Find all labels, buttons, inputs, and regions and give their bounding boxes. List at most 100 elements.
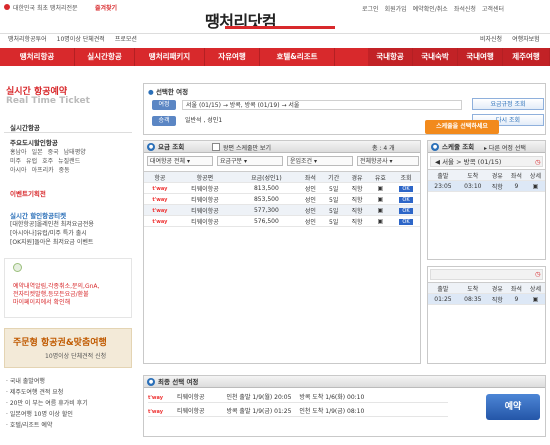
city-link[interactable]: 아프리카 (32, 166, 54, 175)
col-header: 도착 (457, 169, 488, 181)
rule-icon[interactable]: ▣ (378, 185, 384, 192)
visa-link[interactable]: 비자신청 (480, 34, 502, 43)
realtime-menu-title[interactable]: 실시간항공 (10, 122, 40, 132)
col-header: 출발 (428, 169, 458, 181)
city-link[interactable]: 일본 (32, 148, 43, 157)
nav-item-1[interactable]: 실시간항공 (75, 48, 135, 66)
col-header: 도착 (457, 282, 488, 294)
bottom-link-1[interactable]: · 제주도여행 견적 요청 (6, 387, 88, 398)
seat-link[interactable]: 좌석신청 (454, 4, 476, 13)
fare-rule-button[interactable]: 요금규정 조회 (472, 98, 544, 110)
ticket-link-1[interactable]: [아시아나]유럽/미주 특가 출시 (10, 229, 94, 238)
bottom-link-4[interactable]: · 호텔/리조트 예약 (6, 420, 88, 431)
col-header: 경유 (487, 169, 507, 181)
table-row[interactable]: t'way 티웨이항공 576,500 성인 5일 직항 ▣ OK (144, 215, 420, 227)
rule-icon[interactable]: ▣ (378, 207, 384, 214)
util-link-2[interactable]: 프로모션 (115, 34, 137, 43)
seat-cell: 성인 (298, 204, 323, 216)
nav-item-2[interactable]: 땡처리패키지 (135, 48, 205, 66)
clock-icon: ◷ (535, 158, 541, 166)
city-link[interactable]: 중국 (48, 148, 59, 157)
oneway-checkbox[interactable] (212, 143, 220, 151)
period-cell: 5일 (322, 193, 346, 205)
select-button[interactable]: OK (399, 207, 413, 214)
carrier-filter[interactable]: 전체항공사 ▾ (357, 156, 419, 166)
nav-item-0[interactable]: 땡처리항공 (0, 48, 75, 66)
table-row[interactable]: 23:05 03:10 직항 9 ▣ (428, 180, 545, 192)
select-button[interactable]: OK (399, 196, 413, 203)
reservation-link[interactable]: 예약확인/취소 (413, 4, 448, 13)
table-row[interactable]: t'way 티웨이항공 813,500 성인 5일 직항 ▣ OK (144, 182, 420, 194)
result-count: 총 : 4 개 (372, 145, 395, 152)
bottom-link-2[interactable]: · 20만 이 부는 여름 휴가비 후기 (6, 398, 88, 409)
detail-icon[interactable]: ▣ (533, 183, 539, 190)
nav-item-8[interactable]: 제주여행 (503, 48, 550, 66)
custom-flight-ad[interactable]: 주문형 항공권&맞춤여행 10명이상 단체견적 신청 (4, 328, 132, 368)
other-route-link[interactable]: ▸ 다른 여정 선택 (484, 143, 526, 152)
condition-filter[interactable]: 운임조건 ▾ (287, 156, 353, 166)
table-row[interactable]: t'way 티웨이항공 853,500 성인 5일 직항 ▣ OK (144, 193, 420, 205)
bottom-link-0[interactable]: · 국내 출발여행 (6, 376, 88, 387)
city-link[interactable]: 아시아 (10, 166, 27, 175)
rule-icon[interactable]: ▣ (378, 218, 384, 225)
nav-item-3[interactable]: 자유여행 (205, 48, 260, 66)
new-badge: t'way (148, 395, 164, 401)
signup-link[interactable]: 회원가입 (385, 4, 407, 13)
route-selector[interactable]: ◀ 서울 > 방콕 (01/15) ◷ (430, 156, 543, 167)
new-badge: t'way (152, 207, 168, 214)
seat-cell: 성인 (298, 182, 323, 194)
fare-type-filter[interactable]: 요금구분 ▾ (217, 156, 283, 166)
detail-icon[interactable]: ▣ (533, 296, 539, 303)
oneway-label: 왕편 스케줄만 보기 (223, 145, 271, 152)
table-row[interactable]: t'way 티웨이항공 577,300 성인 5일 직항 ▣ OK (144, 204, 420, 216)
select-button[interactable]: OK (399, 185, 413, 192)
discount-title[interactable]: 주요도시할인항공 (10, 137, 58, 147)
col-header: 경유 (487, 282, 507, 294)
nav-item-6[interactable]: 국내숙박 (413, 48, 458, 66)
city-link[interactable]: 홍남아 (10, 148, 27, 157)
util-link-0[interactable]: 땡처리항공투어 (8, 34, 47, 43)
nav-item-4[interactable]: 호텔&리조트 (260, 48, 335, 66)
login-link[interactable]: 로그인 (362, 4, 379, 13)
route-selector-return[interactable]: ◷ (430, 269, 543, 280)
final-icon: ● (147, 378, 155, 386)
stop-cell: 직항 (345, 204, 369, 216)
col-header: 기간 (322, 171, 346, 183)
event-link[interactable]: 이벤트기획전 (10, 188, 46, 198)
rule-icon[interactable]: ▣ (378, 196, 384, 203)
nav-item-5[interactable]: 국내항공 (368, 48, 413, 66)
final-panel: ● 최종 선택 여정 t'way 티웨이항공 인천 출발 1/9(월) 20:05… (143, 375, 546, 437)
notice-box: 예약내역알림,각종취소,문의,GnA, 전자티켓발행,등모든요금/환불 마이페이… (4, 258, 132, 318)
price-cell: 576,500 (234, 215, 299, 227)
home-icon[interactable] (4, 4, 10, 10)
book-button[interactable]: 예약 (486, 394, 540, 420)
select-button[interactable]: OK (399, 218, 413, 225)
city-link[interactable]: 미주 (10, 157, 21, 166)
city-link[interactable]: 호주 (42, 157, 53, 166)
route-label: 여정 (152, 100, 176, 110)
insurance-link[interactable]: 여행자보험 (512, 34, 540, 43)
city-list: 홍남아 일본 중국 남태평양 미주 유럽 호주 뉴질랜드 아시아 아프리카 중동 (10, 148, 86, 175)
airline-filter[interactable]: 대여항공 전체 ▾ (147, 156, 213, 166)
city-link[interactable]: 남태평양 (64, 148, 86, 157)
schedule-panel-return: ◷ 출발 도착 경유 좌석 상세 01:25 08:35 직항 9 ▣ (427, 266, 546, 364)
new-badge: t'way (152, 196, 168, 203)
bottom-link-3[interactable]: · 일본여행 10명 이상 할인 (6, 409, 88, 420)
ad-subtitle: 10명이상 단체견적 신청 (45, 353, 107, 360)
city-link[interactable]: 유럽 (26, 157, 37, 166)
bookmark-link[interactable]: 즐겨찾기 (95, 3, 117, 12)
city-link[interactable]: 중동 (59, 166, 70, 175)
clock-icon: ◷ (535, 270, 541, 278)
new-badge: t'way (152, 185, 168, 192)
city-link[interactable]: 뉴질랜드 (58, 157, 80, 166)
table-row[interactable]: 01:25 08:35 직항 9 ▣ (428, 293, 545, 305)
schedule-tooltip: 스케줄을 선택하세요 (425, 120, 499, 134)
sidebar-subtitle: Real Time Ticket (6, 96, 90, 106)
support-link[interactable]: 고객센터 (482, 4, 504, 13)
schedule-table-return: 출발 도착 경유 좌석 상세 01:25 08:35 직항 9 ▣ (428, 282, 545, 305)
ticket-link-0[interactable]: [대한항공]올레인천 최저요금전용 (10, 220, 94, 229)
nav-item-7[interactable]: 국내여행 (458, 48, 503, 66)
ticket-link-2[interactable]: [OK지원]돌아온 최저요금 이벤트 (10, 238, 94, 247)
util-link-1[interactable]: 10명이상 단체견적 (57, 34, 105, 43)
airline-cell: 티웨이항공 (175, 193, 235, 205)
